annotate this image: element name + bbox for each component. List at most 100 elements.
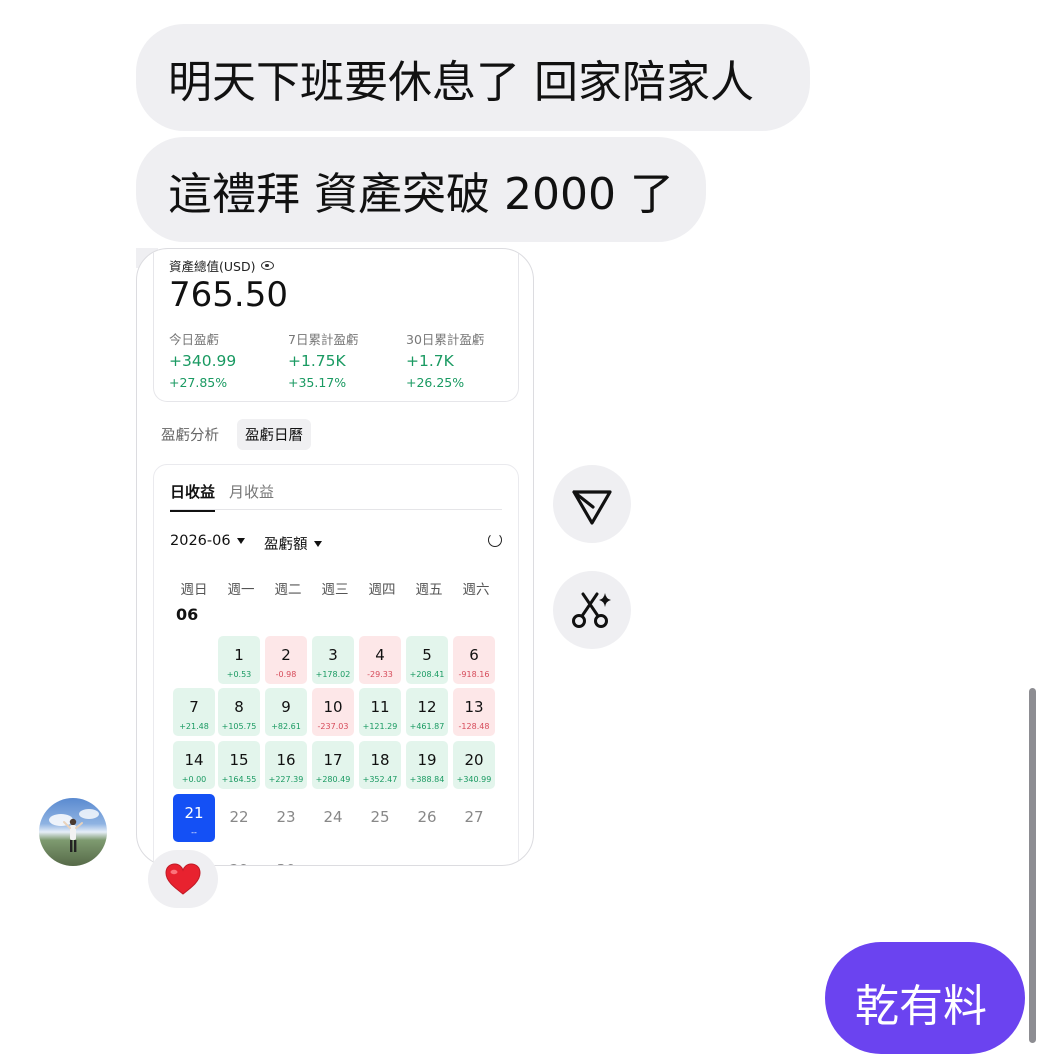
day-number: 24: [323, 808, 343, 826]
day-pnl: +0.53: [226, 670, 252, 679]
stat-30d: 30日累計盈虧 +1.7K +26.25%: [406, 329, 484, 390]
day-number: 17: [323, 751, 343, 769]
day-number: 22: [229, 808, 249, 826]
day-pnl: +164.55: [221, 775, 257, 784]
stat-value: +1.7K: [406, 352, 454, 370]
metric-select: 盈虧額: [264, 533, 322, 554]
message-text: 這禮拜 資產突破 2000 了: [168, 168, 674, 220]
avatar[interactable]: [39, 798, 107, 866]
calendar-day: 7 +21.48: [173, 688, 215, 736]
reaction-badge[interactable]: [148, 850, 218, 908]
calendar-day: 2 -0.98: [265, 636, 307, 684]
stat-pct: +35.17%: [288, 375, 347, 390]
weekday-label: 週二: [274, 582, 302, 598]
weekday-label: 週六: [462, 582, 490, 598]
calendar-day: 3 +178.02: [312, 636, 354, 684]
stat-pct: +26.25%: [406, 375, 465, 390]
calendar-day: 23: [265, 794, 307, 842]
stat-label: 30日累計盈虧: [406, 332, 485, 347]
calendar-day: 27: [453, 794, 495, 842]
day-number: 20: [464, 751, 484, 769]
tab-pnl-analysis: 盈虧分析: [161, 428, 219, 444]
day-pnl: +121.29: [362, 722, 398, 731]
stat-7d: 7日累計盈虧 +1.75K +35.17%: [288, 329, 358, 390]
calendar-day: 21 --: [173, 794, 215, 842]
scrollbar[interactable]: [1029, 688, 1036, 1043]
message-bubble-1[interactable]: 明天下班要休息了 回家陪家人: [136, 24, 810, 131]
asset-value: 765.50: [169, 275, 288, 315]
calendar-day: 29: [218, 847, 260, 865]
calendar-day: 5 +208.41: [406, 636, 448, 684]
day-number: 2: [281, 646, 291, 664]
weekday-label: 週四: [368, 582, 396, 598]
day-pnl: -0.98: [275, 670, 297, 679]
day-pnl: +227.39: [268, 775, 304, 784]
analysis-tabs: 盈虧分析 盈虧日曆: [161, 419, 311, 450]
calendar-day: 4 -29.33: [359, 636, 401, 684]
weekday-label: 週五: [415, 582, 443, 598]
day-number: 9: [281, 698, 291, 716]
asset-label: 資產總值(USD): [169, 256, 275, 275]
tab-daily-income: 日收益: [170, 481, 216, 512]
day-number: 12: [417, 698, 437, 716]
calendar-day: 10 -237.03: [312, 688, 354, 736]
day-number: 26: [417, 808, 437, 826]
chevron-down-icon: [236, 538, 245, 544]
message-bubble-2[interactable]: 這禮拜 資產突破 2000 了: [136, 137, 706, 242]
month-label: 06: [176, 605, 199, 624]
stat-label: 今日盈虧: [169, 332, 220, 347]
stat-value: +1.75K: [288, 352, 346, 370]
calendar-day: 14 +0.00: [173, 741, 215, 789]
day-number: 8: [234, 698, 244, 716]
heart-icon: [165, 863, 201, 895]
share-button[interactable]: [553, 465, 631, 543]
day-number: 4: [375, 646, 385, 664]
day-number: 16: [276, 751, 296, 769]
send-icon: [572, 490, 612, 525]
day-number: 27: [464, 808, 484, 826]
chevron-down-icon: [313, 540, 322, 547]
calendar-day: 24: [312, 794, 354, 842]
stat-value: +340.99: [169, 352, 237, 370]
month-select-value: 2026-06: [170, 533, 231, 549]
stat-pct: +27.85%: [169, 375, 228, 390]
stat-today: 今日盈虧 +340.99 +27.85%: [169, 329, 236, 390]
person-photo: [49, 809, 99, 852]
day-number: 3: [328, 646, 338, 664]
calendar-day: 11 +121.29: [359, 688, 401, 736]
own-message-bubble[interactable]: 乾有料: [825, 942, 1025, 1054]
message-text: 乾有料: [855, 981, 987, 1032]
day-pnl: +352.47: [362, 775, 398, 784]
refresh-icon: [488, 533, 502, 547]
calendar-day: 30: [265, 847, 307, 865]
remix-button[interactable]: [553, 571, 631, 649]
day-number: 23: [276, 808, 296, 826]
calendar-day: 8 +105.75: [218, 688, 260, 736]
calendar-day: 9 +82.61: [265, 688, 307, 736]
calendar-day: 25: [359, 794, 401, 842]
calendar-day: 12 +461.87: [406, 688, 448, 736]
month-select: 2026-06: [170, 533, 245, 549]
calendar-day: 6 -918.16: [453, 636, 495, 684]
day-number: 15: [229, 751, 249, 769]
shared-screenshot[interactable]: 資產總值(USD) 765.50 今日盈虧 +340.99 +27.85% 7日…: [136, 248, 534, 866]
weekday-label: 週三: [321, 582, 349, 598]
day-number: 1: [234, 646, 244, 664]
stat-label: 7日累計盈虧: [288, 332, 359, 347]
day-pnl: -237.03: [317, 722, 349, 731]
weekday-label: 週一: [227, 582, 255, 598]
day-number: 25: [370, 808, 390, 826]
message-text: 明天下班要休息了 回家陪家人: [168, 56, 754, 108]
calendar-day: 22: [218, 794, 260, 842]
day-pnl: +388.84: [409, 775, 445, 784]
calendar-card: 日收益 月收益 2026-06 盈虧額 週日 週一 週二 週三 週四 週五 週六…: [153, 464, 519, 865]
income-tabs: 日收益 月收益: [170, 481, 274, 512]
day-number: 10: [323, 698, 343, 716]
day-pnl: +178.02: [315, 670, 351, 679]
calendar-day: 17 +280.49: [312, 741, 354, 789]
calendar-day: 19 +388.84: [406, 741, 448, 789]
tab-monthly-income: 月收益: [229, 483, 275, 501]
day-number: 6: [469, 646, 479, 664]
calendar-day: 26: [406, 794, 448, 842]
eye-icon: [261, 261, 275, 270]
